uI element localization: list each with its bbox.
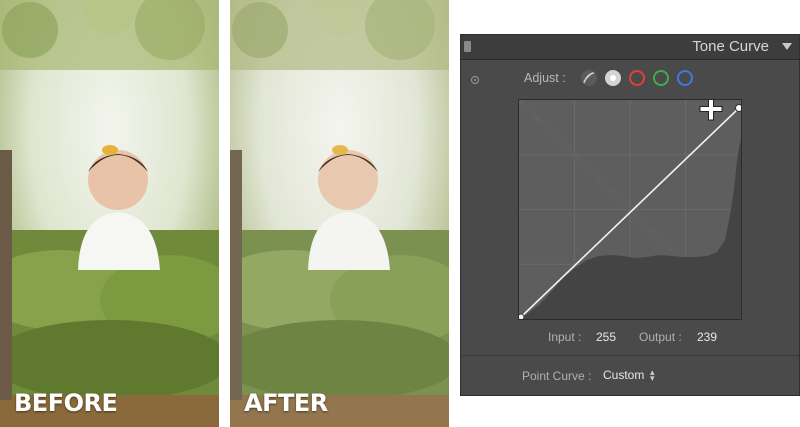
adjust-label: Adjust : [524, 71, 566, 85]
rgb-channel-button[interactable] [605, 70, 621, 86]
input-label: Input : [548, 330, 582, 344]
before-photo: BEFORE [0, 0, 219, 427]
after-photo: AFTER [230, 0, 449, 427]
curve-point-black[interactable] [519, 313, 525, 319]
tone-curve-panel: Tone Curve Adjust : Input: 255 Output:… [460, 34, 800, 396]
output-value: 239 [697, 330, 718, 344]
curve-point-white[interactable] [735, 104, 742, 112]
green-channel-button[interactable] [653, 70, 669, 86]
panel-header[interactable]: Tone Curve [461, 35, 799, 60]
point-curve-label: Point Curve : [522, 369, 592, 383]
output-label: Output : [639, 330, 682, 344]
collapse-arrow-icon[interactable] [782, 43, 792, 50]
red-channel-button[interactable] [629, 70, 645, 86]
parametric-curve-icon[interactable] [581, 70, 597, 86]
target-adjustment-icon[interactable] [471, 76, 479, 84]
select-arrows-icon[interactable]: ▴ ▾ [650, 368, 655, 383]
panel-divider [461, 355, 799, 356]
before-label: BEFORE [14, 389, 118, 417]
crosshair-cursor-icon [699, 100, 723, 121]
tone-curve-graph[interactable] [518, 99, 742, 320]
blue-channel-button[interactable] [677, 70, 693, 86]
panel-title: Tone Curve [692, 38, 769, 55]
point-curve-select[interactable]: Custom [603, 368, 644, 382]
panel-toggle-icon[interactable] [464, 41, 471, 52]
after-label: AFTER [244, 389, 328, 417]
input-value: 255 [596, 330, 617, 344]
